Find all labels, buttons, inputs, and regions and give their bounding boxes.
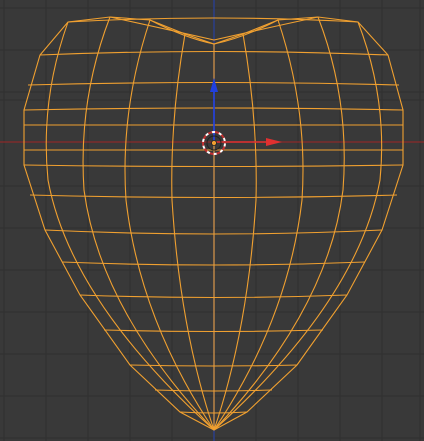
z-arrow-head[interactable]	[210, 78, 218, 92]
3d-viewport[interactable]	[0, 0, 424, 441]
mesh-wireframe[interactable]	[23, 16, 404, 431]
mesh-top-rim	[67, 17, 359, 23]
transform-gizmo[interactable]	[210, 78, 282, 146]
x-arrow-head[interactable]	[266, 138, 282, 146]
object-origin-icon	[211, 140, 217, 146]
viewport-grid	[0, 0, 424, 441]
